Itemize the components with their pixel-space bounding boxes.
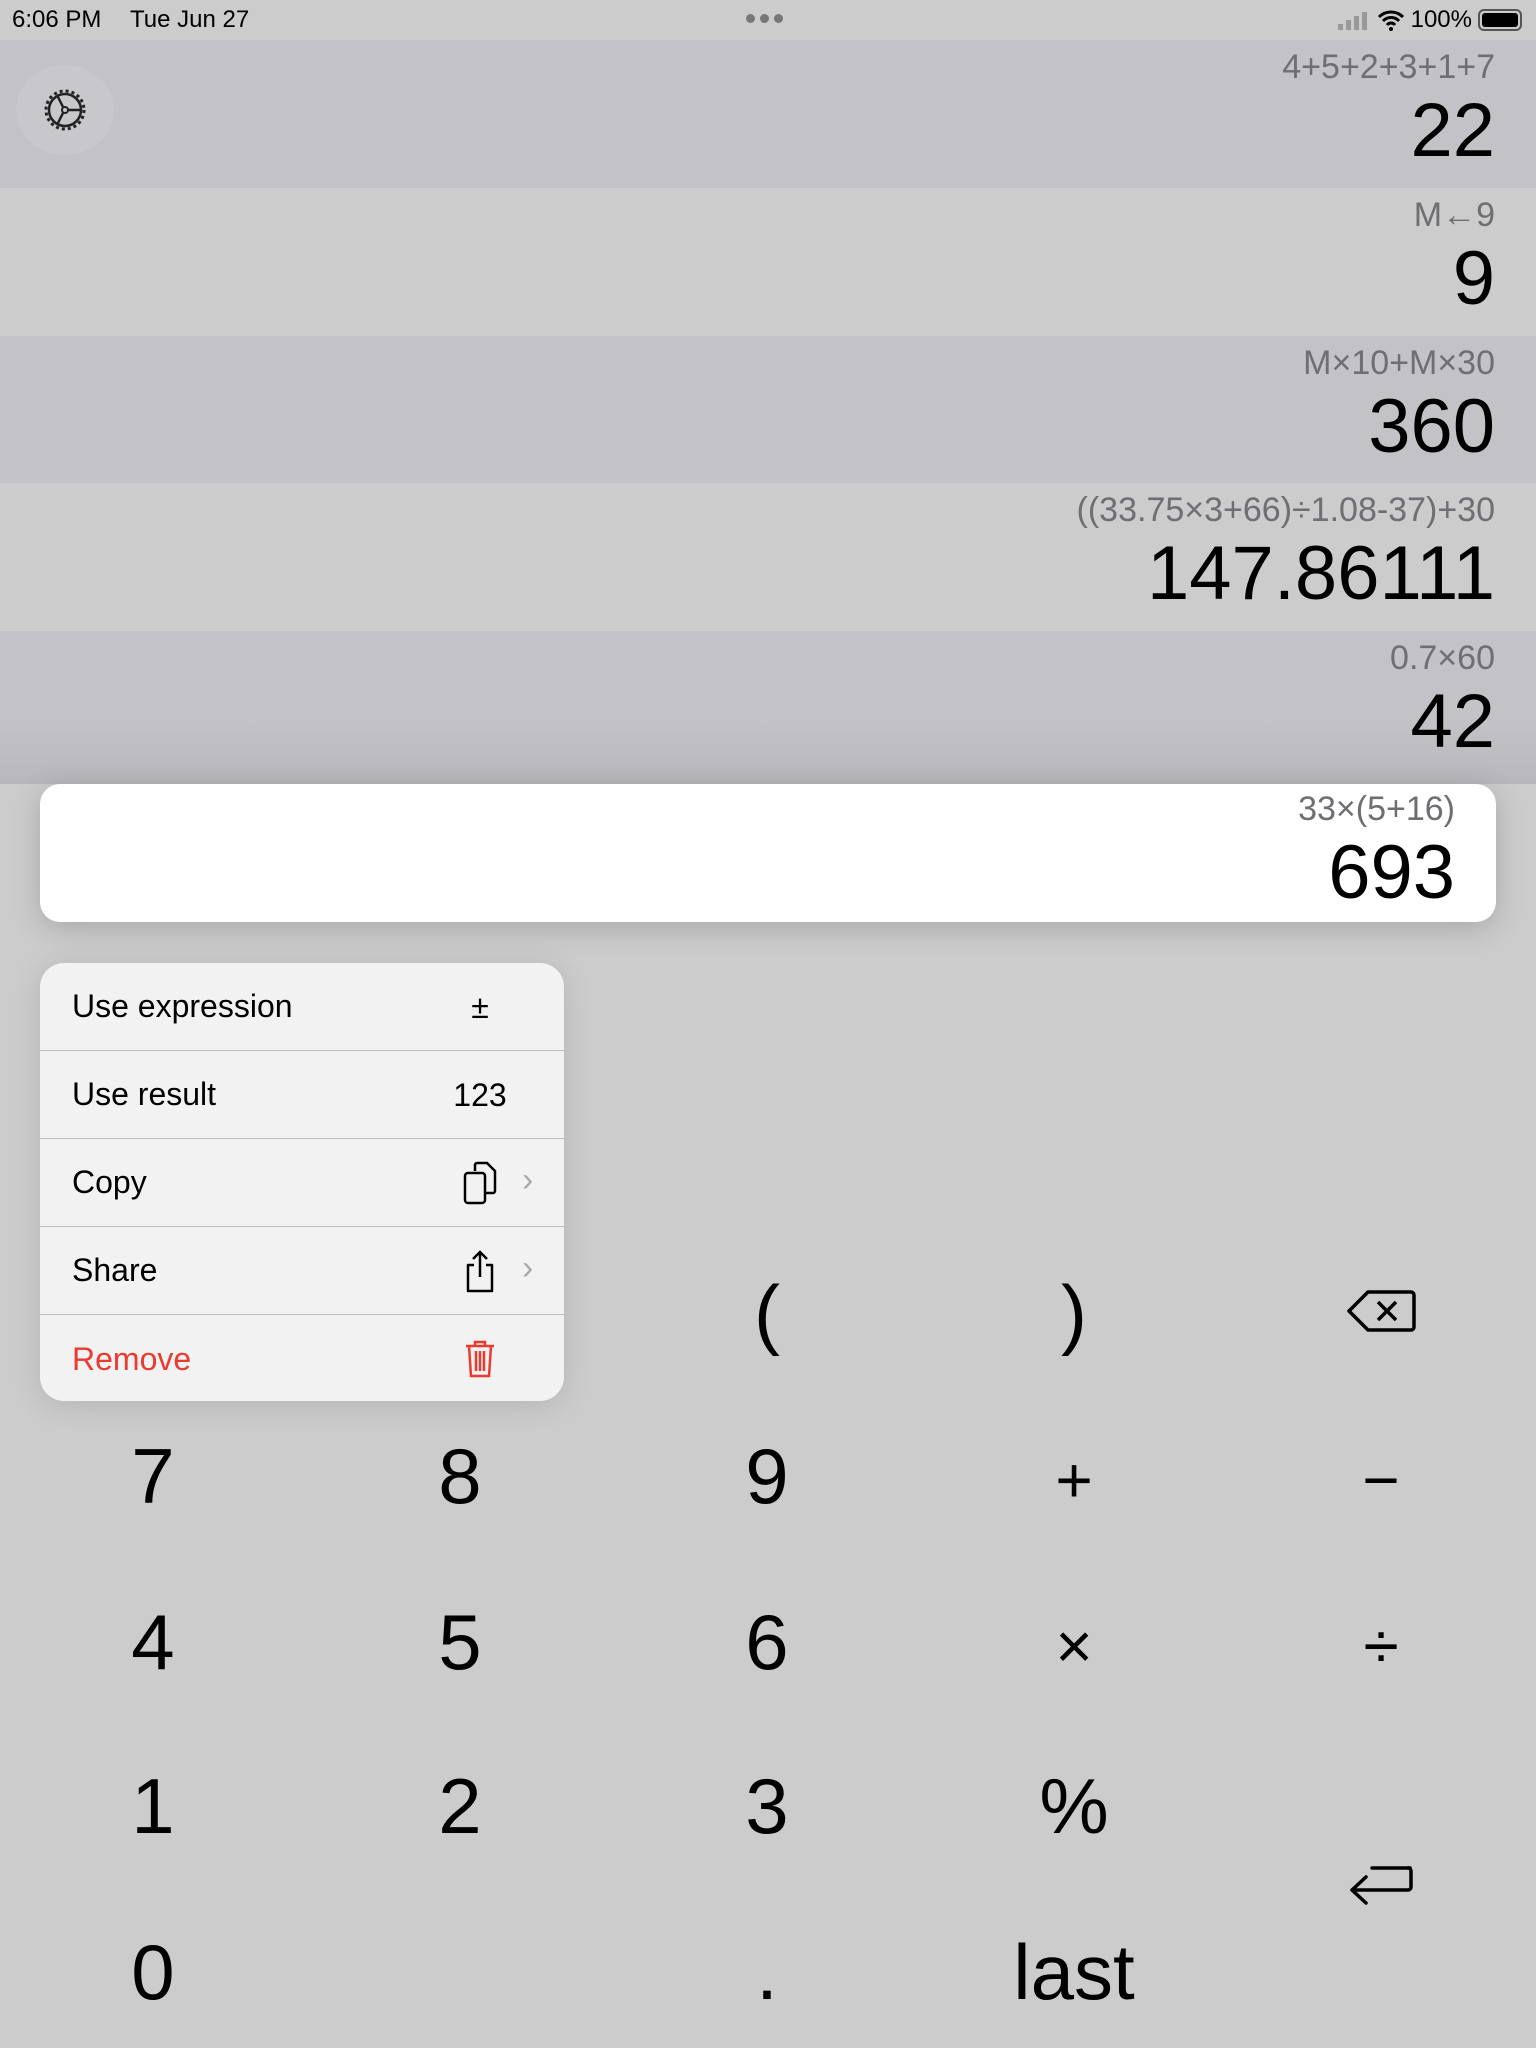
history-expression: 0.7×60 <box>1390 639 1495 677</box>
key-1[interactable]: 1 <box>53 1746 253 1866</box>
selected-history-item[interactable]: 33×(5+16) 693 <box>40 784 1496 922</box>
battery-percent: 100% <box>1410 6 1472 33</box>
status-time: 6:06 PM <box>12 6 102 33</box>
key-close-paren[interactable]: ) <box>974 1253 1174 1373</box>
plus-minus-icon: ± <box>471 988 489 1025</box>
key-percent[interactable]: % <box>974 1746 1174 1866</box>
key-last[interactable]: last <box>974 1912 1174 2032</box>
multitasking-dots-icon[interactable] <box>746 14 783 23</box>
menu-label: Copy <box>72 1164 147 1200</box>
cellular-signal-icon <box>1337 12 1367 30</box>
history-result: 147.86111 <box>1147 531 1495 616</box>
key-divide[interactable]: ÷ <box>1281 1586 1481 1706</box>
history-item[interactable]: ((33.75×3+66)÷1.08-37)+30 147.86111 <box>0 483 1536 631</box>
history-item[interactable]: 0.7×60 42 <box>0 631 1536 784</box>
backspace-button[interactable] <box>1281 1251 1481 1371</box>
key-decimal[interactable]: . <box>667 1912 867 2032</box>
menu-label: Remove <box>72 1340 192 1377</box>
backspace-icon <box>1347 1290 1416 1332</box>
trash-icon <box>452 1315 508 1401</box>
chevron-right-icon: › <box>522 1249 534 1287</box>
chevron-right-icon: › <box>522 1161 534 1199</box>
key-0[interactable]: 0 <box>53 1912 253 2032</box>
copy-icon <box>452 1139 508 1227</box>
enter-button[interactable] <box>1281 1827 1481 1947</box>
history-item[interactable]: M×10+M×30 360 <box>0 336 1536 484</box>
history-item[interactable]: M←9 9 <box>0 188 1536 336</box>
menu-item-use-expression[interactable]: Use expression ± <box>40 963 564 1051</box>
history-expression: ((33.75×3+66)÷1.08-37)+30 <box>1076 491 1495 529</box>
key-multiply[interactable]: × <box>974 1586 1174 1706</box>
menu-label: Use expression <box>72 988 293 1024</box>
context-menu: Use expression ± Use result 123 Copy › S… <box>40 963 564 1401</box>
key-9[interactable]: 9 <box>667 1416 867 1536</box>
wifi-icon <box>1377 10 1404 31</box>
history-expression: M×10+M×30 <box>1303 344 1495 382</box>
history-expression: M←9 <box>1413 196 1495 234</box>
key-6[interactable]: 6 <box>667 1582 867 1702</box>
key-3[interactable]: 3 <box>667 1746 867 1866</box>
key-5[interactable]: 5 <box>360 1582 560 1702</box>
gear-icon <box>44 89 86 131</box>
history-expression: 4+5+2+3+1+7 <box>1282 48 1495 86</box>
menu-item-share[interactable]: Share › <box>40 1227 564 1315</box>
selected-expression: 33×(5+16) <box>1298 790 1455 828</box>
menu-label: Use result <box>72 1076 217 1112</box>
menu-label: Share <box>72 1252 158 1288</box>
key-7[interactable]: 7 <box>53 1416 253 1536</box>
key-minus[interactable]: − <box>1281 1420 1481 1540</box>
history-result: 22 <box>1410 88 1495 173</box>
status-bar: 6:06 PM Tue Jun 27 100% <box>0 0 1536 40</box>
history-result: 9 <box>1452 236 1495 321</box>
key-plus[interactable]: + <box>974 1420 1174 1540</box>
history-result: 360 <box>1368 384 1495 469</box>
key-8[interactable]: 8 <box>360 1416 560 1536</box>
menu-item-copy[interactable]: Copy › <box>40 1139 564 1227</box>
number-icon: 123 <box>453 1076 507 1113</box>
key-4[interactable]: 4 <box>53 1582 253 1702</box>
battery-icon <box>1478 9 1522 31</box>
status-date: Tue Jun 27 <box>130 6 250 33</box>
history-item[interactable]: 4+5+2+3+1+7 22 <box>0 40 1536 188</box>
settings-button[interactable] <box>16 65 114 155</box>
share-icon <box>452 1227 508 1315</box>
menu-item-use-result[interactable]: Use result 123 <box>40 1051 564 1139</box>
key-open-paren[interactable]: ( <box>667 1253 867 1373</box>
menu-item-remove[interactable]: Remove <box>40 1315 564 1401</box>
return-icon <box>1350 1866 1413 1905</box>
key-2[interactable]: 2 <box>360 1746 560 1866</box>
selected-result: 693 <box>1328 830 1455 915</box>
history-result: 42 <box>1410 679 1495 764</box>
